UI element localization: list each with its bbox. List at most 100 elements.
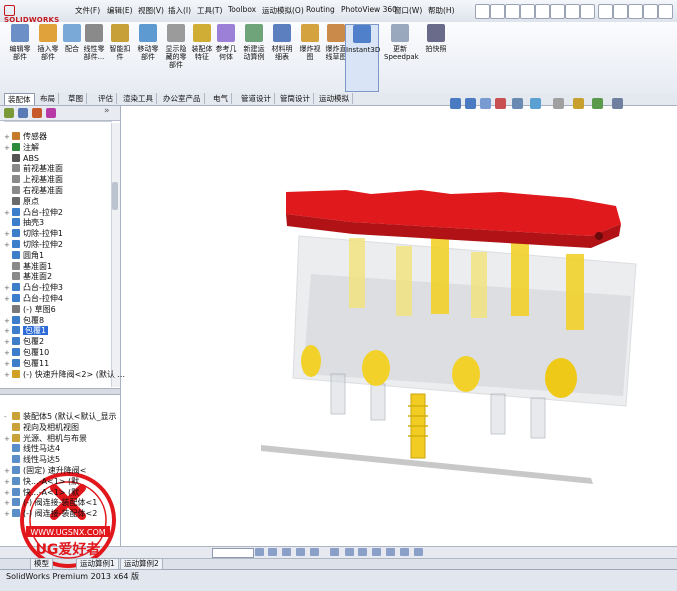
menu-item[interactable]: 工具(T): [197, 5, 222, 17]
menu-item[interactable]: PhotoView 360: [341, 5, 397, 17]
tree-item[interactable]: + 切除-拉伸1: [4, 228, 63, 239]
solidworks-logo[interactable]: SOLIDWORKS: [4, 5, 62, 24]
motion-tool-icon[interactable]: [255, 548, 264, 556]
motion-tool-icon[interactable]: [386, 548, 395, 556]
quick-access-icon[interactable]: [643, 4, 658, 19]
motion-tool-icon[interactable]: [414, 548, 423, 556]
menu-item[interactable]: Toolbox: [228, 5, 256, 17]
tree-item[interactable]: + 包覆8: [4, 315, 44, 326]
view-tool-icon[interactable]: [612, 98, 623, 109]
tree-item[interactable]: + (-) 快速升降阀<2> (默认 ...: [4, 369, 125, 380]
tree-item[interactable]: + (固定) 速升降阀<: [4, 465, 87, 476]
menu-item[interactable]: 文件(F): [75, 5, 100, 17]
property-manager-icon[interactable]: [18, 108, 28, 118]
quick-access-icon[interactable]: [628, 4, 643, 19]
tree-item[interactable]: + 凸台-拉伸2: [4, 207, 63, 218]
tree-item[interactable]: 抽壳3: [4, 217, 44, 228]
tree-item[interactable]: 线性马达5: [4, 454, 60, 465]
tree-item[interactable]: 线性马达4: [4, 443, 60, 454]
tree-scroll-thumb[interactable]: [112, 182, 118, 210]
tree-item[interactable]: + 包覆11: [4, 358, 49, 369]
tree-item[interactable]: 视向及相机视图: [4, 422, 79, 433]
menu-item[interactable]: 插入(I): [168, 5, 191, 17]
tree-item[interactable]: 基准面1: [4, 261, 52, 272]
tree-item[interactable]: + 包覆10: [4, 347, 49, 358]
tree-item[interactable]: - 装配体5 (默认<默认_显示: [4, 411, 116, 422]
appearance-icon[interactable]: [46, 108, 56, 118]
motion-tool-icon[interactable]: [310, 548, 319, 556]
feature-tree-icon[interactable]: [4, 108, 14, 118]
menu-item[interactable]: 帮助(H): [428, 5, 455, 17]
quick-access-icon[interactable]: [475, 4, 490, 19]
quick-access-icon[interactable]: [490, 4, 505, 19]
tree-item[interactable]: ABS: [4, 153, 39, 164]
tree-item[interactable]: + (-) 阀连接-装配体<1: [4, 497, 97, 508]
tree-item[interactable]: 前视基准面: [4, 163, 63, 174]
tree-item[interactable]: + 快...-A<1> (默: [4, 487, 79, 498]
bottom-tab[interactable]: 模型: [30, 558, 53, 570]
menu-item[interactable]: 视图(V): [138, 5, 164, 17]
view-tool-icon[interactable]: [573, 98, 584, 109]
tool-button[interactable]: 拍快照: [420, 24, 452, 90]
tree-item[interactable]: + 传感器: [4, 131, 47, 142]
config-manager-icon[interactable]: [32, 108, 42, 118]
menu-item[interactable]: 编辑(E): [107, 5, 133, 17]
view-tool-icon[interactable]: [465, 98, 476, 109]
command-tab[interactable]: 装配体: [4, 93, 35, 105]
tree-item[interactable]: + 切除-拉伸2: [4, 239, 63, 250]
tree-item[interactable]: + 包覆2: [4, 336, 44, 347]
command-tab[interactable]: 管道设计: [238, 93, 275, 104]
tree-item[interactable]: + 凸台-拉伸4: [4, 293, 63, 304]
quick-access-icon[interactable]: [535, 4, 550, 19]
command-tab[interactable]: 电气: [210, 93, 232, 104]
quick-access-icon[interactable]: [505, 4, 520, 19]
motion-tool-icon[interactable]: [268, 548, 277, 556]
view-tool-icon[interactable]: [495, 98, 506, 109]
motion-tool-icon[interactable]: [282, 548, 291, 556]
quick-access-icon[interactable]: [658, 4, 673, 19]
command-tab[interactable]: 办公室产品: [160, 93, 205, 104]
menu-item[interactable]: Routing: [306, 5, 335, 17]
motion-tool-icon[interactable]: [358, 548, 367, 556]
tree-item[interactable]: + 包覆1: [4, 325, 49, 336]
quick-access-icon[interactable]: [565, 4, 580, 19]
view-tool-icon[interactable]: [512, 98, 523, 109]
view-tool-icon[interactable]: [592, 98, 603, 109]
time-input[interactable]: [212, 548, 254, 558]
command-tab[interactable]: 管筒设计: [277, 93, 314, 104]
tree-item[interactable]: 圆角1: [4, 250, 44, 261]
bottom-tab[interactable]: 运动算例2: [120, 558, 163, 570]
motion-tool-icon[interactable]: [296, 548, 305, 556]
tree-item[interactable]: + 注解: [4, 142, 39, 153]
panel-splitter[interactable]: [0, 388, 120, 395]
tree-item[interactable]: + 光源、相机与布景: [4, 433, 87, 444]
panel-expand-icon[interactable]: »: [104, 106, 110, 116]
motion-tool-icon[interactable]: [330, 548, 339, 556]
bottom-tab[interactable]: 运动算例1: [76, 558, 119, 570]
command-tab[interactable]: 渲染工具: [120, 93, 157, 104]
quick-access-icon[interactable]: [613, 4, 628, 19]
tool-button[interactable]: 更新 Speedpak: [384, 24, 419, 90]
quick-access-icon[interactable]: [520, 4, 535, 19]
view-tool-icon[interactable]: [553, 98, 564, 109]
view-tool-icon[interactable]: [530, 98, 541, 109]
view-tool-icon[interactable]: [450, 98, 461, 109]
tree-item[interactable]: (-) 草图6: [4, 304, 56, 315]
tool-button[interactable]: Instant3D: [345, 24, 380, 92]
tree-scrollbar[interactable]: [111, 123, 120, 387]
tree-item[interactable]: 原点: [4, 196, 39, 207]
tree-item[interactable]: + 快...-A<1> (默: [4, 476, 79, 487]
motion-tool-icon[interactable]: [372, 548, 381, 556]
menu-item[interactable]: 运动模拟(O): [262, 5, 304, 17]
tree-item[interactable]: + (-) 阀连接-装配体<2: [4, 508, 97, 519]
motion-tool-icon[interactable]: [400, 548, 409, 556]
tree-item[interactable]: 上视基准面: [4, 174, 63, 185]
motion-tool-icon[interactable]: [345, 548, 354, 556]
tree-expand[interactable]: +: [4, 370, 12, 381]
tree-item[interactable]: 基准面2: [4, 271, 52, 282]
command-tab[interactable]: 布局: [37, 93, 59, 104]
tree-expand[interactable]: +: [4, 509, 12, 520]
command-tab[interactable]: 评估: [95, 93, 117, 104]
view-tool-icon[interactable]: [480, 98, 491, 109]
quick-access-icon[interactable]: [598, 4, 613, 19]
